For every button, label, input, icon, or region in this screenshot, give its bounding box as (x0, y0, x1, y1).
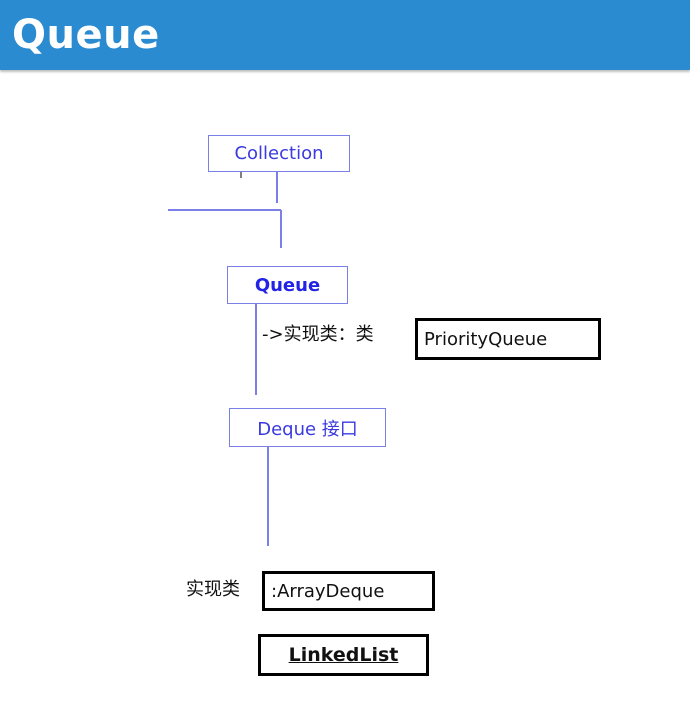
queue-hierarchy-diagram: Collection Queue ->实现类：类 PriorityQueue D… (0, 0, 690, 703)
node-collection: Collection (208, 135, 350, 172)
queue-impl-label: ->实现类：类 (262, 324, 374, 345)
deque-impl-label: 实现类 (186, 579, 240, 600)
linked-list-box: LinkedList (258, 634, 429, 676)
array-deque-box: :ArrayDeque (262, 571, 435, 611)
node-queue: Queue (227, 266, 348, 304)
priority-queue-box: PriorityQueue (415, 318, 601, 360)
node-deque: Deque 接口 (229, 408, 386, 447)
